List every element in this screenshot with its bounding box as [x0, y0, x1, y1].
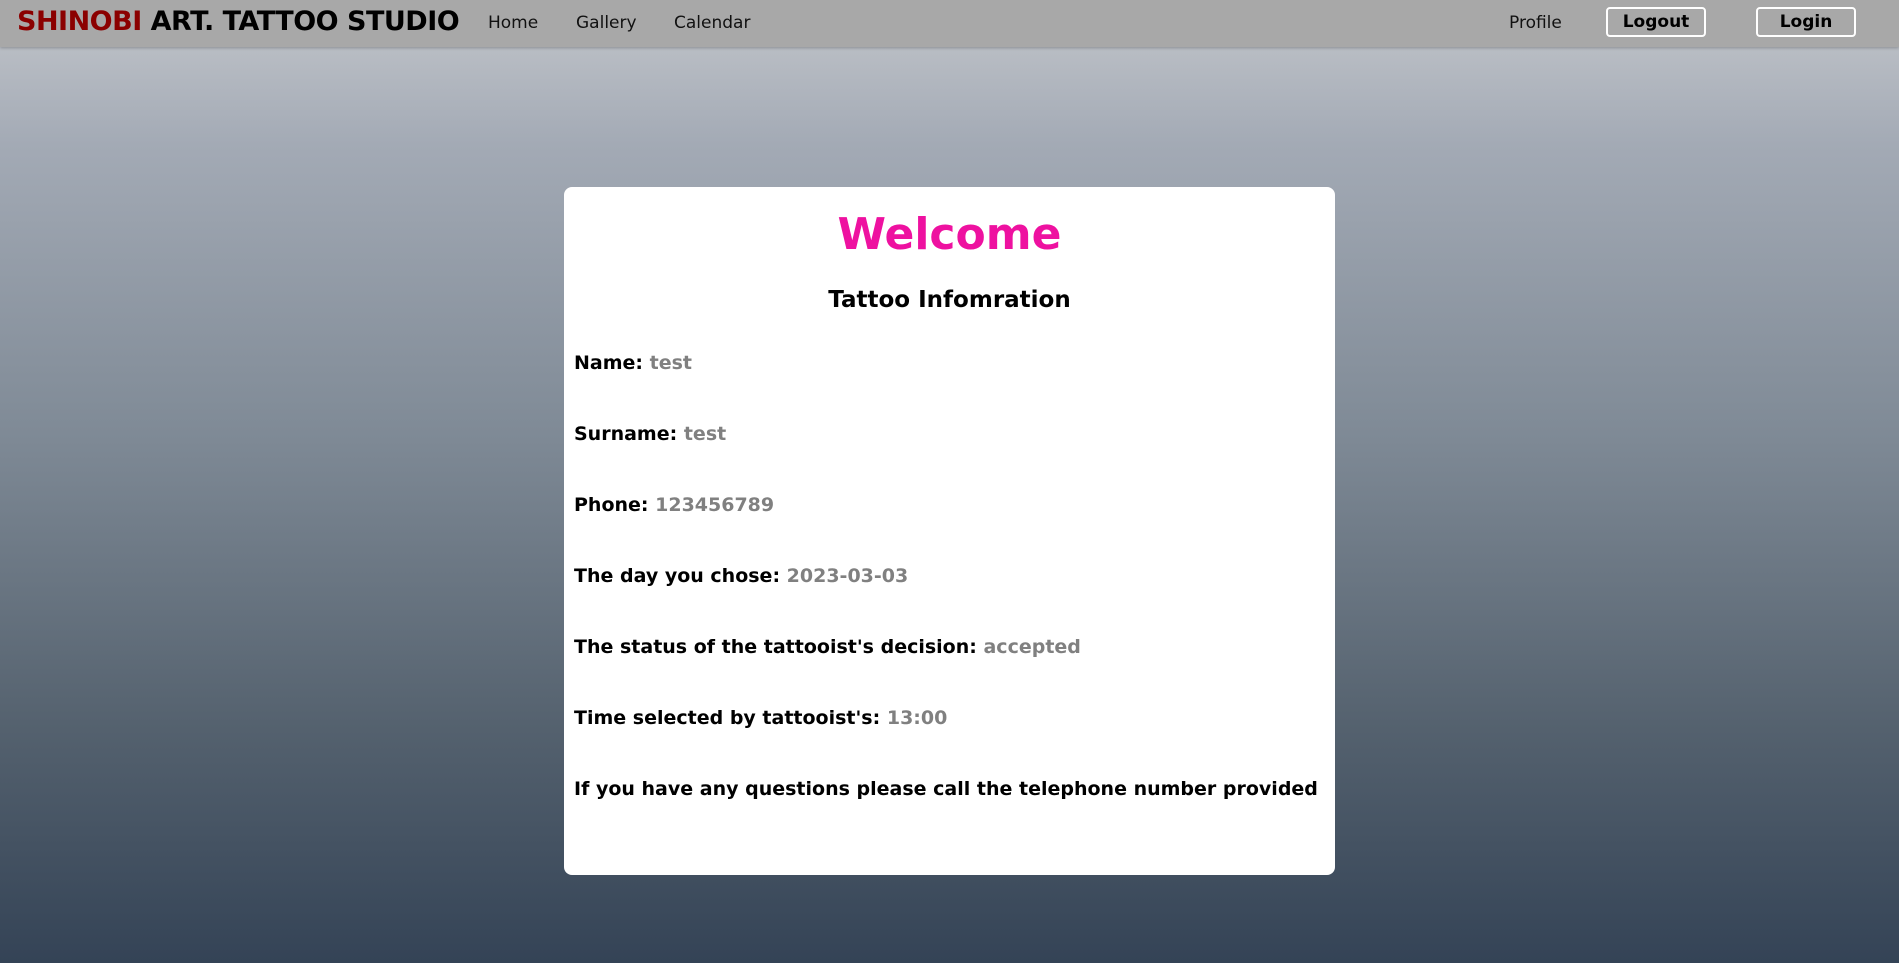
info-row-phone: Phone: 123456789: [574, 494, 774, 516]
info-row-name: Name: test: [574, 352, 692, 374]
info-value: accepted: [983, 636, 1081, 658]
nav-link-profile[interactable]: Profile: [1509, 13, 1562, 33]
info-row-time: Time selected by tattooist's: 13:00: [574, 707, 947, 729]
nav-link-calendar[interactable]: Calendar: [674, 13, 750, 33]
info-row-day: The day you chose: 2023-03-03: [574, 565, 908, 587]
nav-link-home[interactable]: Home: [488, 13, 538, 33]
brand-logo[interactable]: SHINOBI ART. TATTOO STUDIO: [17, 6, 460, 37]
info-value: 123456789: [655, 494, 775, 516]
info-label: Time selected by tattooist's:: [574, 707, 881, 729]
info-label: Surname:: [574, 423, 678, 445]
brand-rest: ART. TATTOO STUDIO: [141, 6, 460, 37]
info-label: Name:: [574, 352, 644, 374]
welcome-heading: Welcome: [837, 209, 1062, 260]
info-label: The status of the tattooist's decision:: [574, 636, 977, 658]
nav-link-gallery[interactable]: Gallery: [576, 13, 637, 33]
info-label: Phone:: [574, 494, 649, 516]
logout-button[interactable]: Logout: [1606, 7, 1706, 37]
tattoo-info-heading: Tattoo Infomration: [828, 287, 1071, 313]
navbar: SHINOBI ART. TATTOO STUDIO Home Gallery …: [0, 0, 1899, 47]
info-value: test: [683, 423, 727, 445]
login-button[interactable]: Login: [1756, 7, 1856, 37]
info-value: 2023-03-03: [786, 565, 909, 587]
info-value: test: [649, 352, 693, 374]
info-value: 13:00: [886, 707, 948, 729]
contact-note: If you have any questions please call th…: [574, 778, 1318, 800]
info-label: The day you chose:: [574, 565, 781, 587]
info-row-status: The status of the tattooist's decision: …: [574, 636, 1081, 658]
tattoo-info-card: Welcome Tattoo Infomration Name: test Su…: [564, 187, 1335, 875]
brand-accent: SHINOBI: [17, 6, 142, 37]
info-row-surname: Surname: test: [574, 423, 726, 445]
